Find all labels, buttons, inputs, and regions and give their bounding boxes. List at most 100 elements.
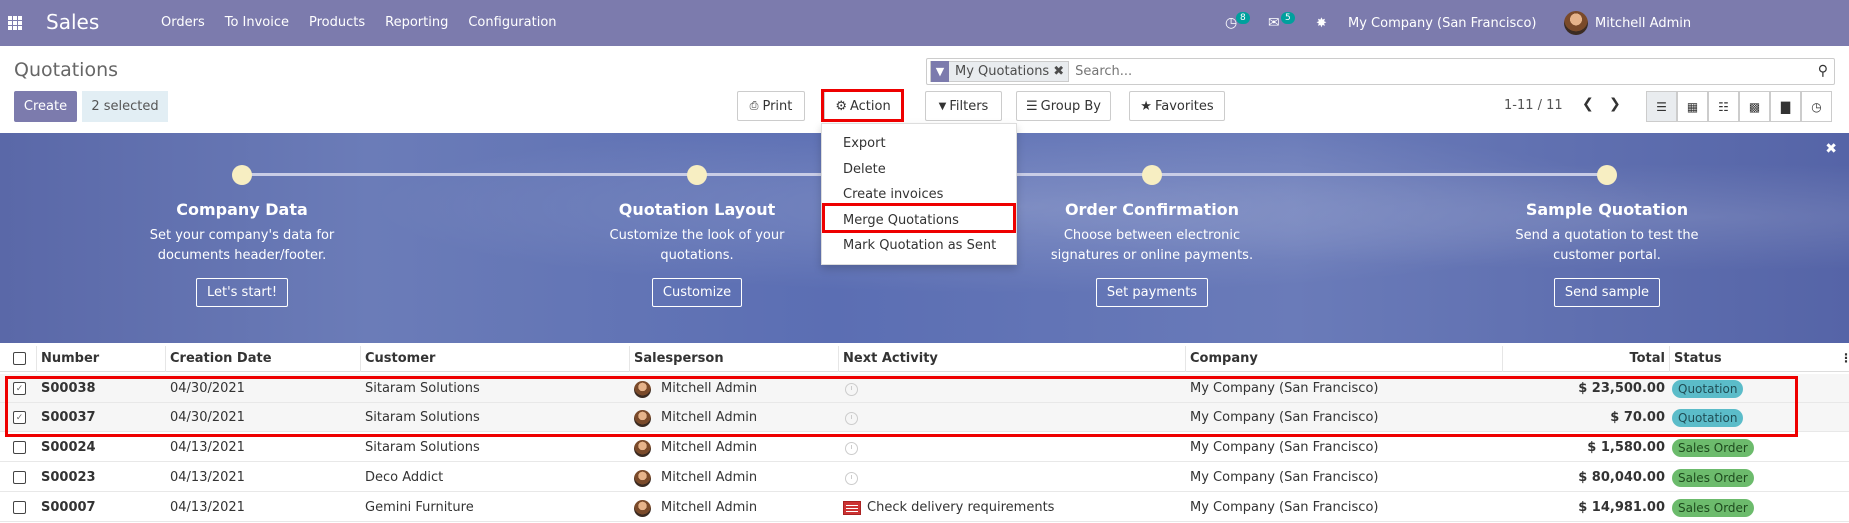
menu-item-merge-quotations[interactable]: Merge Quotations: [843, 213, 959, 228]
user-menu[interactable]: Mitchell Admin: [1595, 0, 1691, 46]
activity-clock-icon[interactable]: [845, 383, 858, 396]
step-sample-quotation: Sample Quotation Send a quotation to tes…: [1457, 200, 1757, 307]
action-button[interactable]: ⚙ Action: [824, 91, 902, 121]
graph-view-icon[interactable]: ▇: [1770, 91, 1801, 122]
list-view-icon[interactable]: ☰: [1646, 91, 1677, 122]
avatar: [634, 500, 651, 517]
header-salesperson[interactable]: Salesperson: [634, 351, 724, 366]
cell-company: My Company (San Francisco): [1190, 440, 1379, 455]
step-description: Send a quotation to test the customer por…: [1515, 228, 1699, 263]
header-status[interactable]: Status: [1674, 351, 1722, 366]
activity-clock-icon[interactable]: [845, 442, 858, 455]
step-description: Customize the look of your quotations.: [609, 228, 785, 263]
pager-next-icon[interactable]: ❯: [1609, 96, 1621, 112]
cell-customer: Deco Addict: [365, 470, 444, 485]
message-count-badge: 5: [1281, 12, 1295, 24]
status-badge: Quotation: [1672, 380, 1744, 398]
pivot-view-icon[interactable]: ▩: [1739, 91, 1770, 122]
menu-orders[interactable]: Orders: [161, 15, 205, 30]
step-dot: [687, 165, 707, 185]
funnel-icon: ▼: [931, 61, 949, 82]
header-total[interactable]: Total: [1629, 351, 1665, 366]
menu-reporting[interactable]: Reporting: [385, 15, 448, 30]
pager-value[interactable]: 1-11 / 11: [1504, 98, 1563, 113]
row-checkbox[interactable]: [13, 501, 26, 514]
step-quotation-layout: Quotation Layout Customize the look of y…: [547, 200, 847, 307]
printer-icon: ⎙: [749, 99, 759, 112]
column-options-icon[interactable]: ⋮: [1840, 351, 1849, 365]
star-icon: ★: [1140, 98, 1152, 114]
avatar: [634, 381, 651, 398]
header-company[interactable]: Company: [1190, 351, 1258, 366]
header-next-activity[interactable]: Next Activity: [843, 351, 938, 366]
status-badge: Sales Order: [1672, 469, 1754, 487]
activity-clock-icon[interactable]: ◷: [1225, 0, 1237, 46]
row-checkbox-checked[interactable]: ✓: [13, 382, 26, 395]
step-title: Sample Quotation: [1525, 200, 1689, 219]
header-customer[interactable]: Customer: [365, 351, 435, 366]
company-switcher[interactable]: My Company (San Francisco): [1348, 0, 1536, 46]
table-row[interactable]: S00024 04/13/2021 Sitaram Solutions Mitc…: [0, 433, 1849, 462]
search-bar: ▼ My Quotations ✖ ⚲: [926, 58, 1835, 85]
print-label: Print: [762, 98, 793, 114]
cell-next-activity[interactable]: Check delivery requirements: [867, 500, 1054, 515]
kanban-view-icon[interactable]: ▦: [1677, 91, 1708, 122]
customize-button[interactable]: Customize: [651, 278, 743, 307]
favorites-button[interactable]: ★ Favorites: [1129, 91, 1225, 121]
menu-item-export[interactable]: Export: [843, 136, 886, 151]
send-sample-button[interactable]: Send sample: [1553, 278, 1661, 307]
cell-company: My Company (San Francisco): [1190, 381, 1379, 396]
facet-remove-icon[interactable]: ✖: [1053, 64, 1068, 79]
row-checkbox[interactable]: [13, 441, 26, 454]
cell-total: $ 80,040.00: [1578, 470, 1665, 485]
menu-to-invoice[interactable]: To Invoice: [225, 15, 289, 30]
menu-products[interactable]: Products: [309, 15, 365, 30]
row-checkbox[interactable]: [13, 471, 26, 484]
table-row[interactable]: S00023 04/13/2021 Deco Addict Mitchell A…: [0, 463, 1849, 492]
search-input[interactable]: [1075, 64, 1834, 79]
filters-button[interactable]: ▼ Filters: [925, 91, 1002, 121]
table-row[interactable]: ✓ S00038 04/30/2021 Sitaram Solutions Mi…: [0, 374, 1849, 403]
close-icon[interactable]: ✖: [1825, 141, 1837, 157]
search-icon[interactable]: ⚲: [1818, 63, 1828, 79]
status-badge: Sales Order: [1672, 499, 1754, 517]
activity-todo-icon[interactable]: [843, 501, 861, 515]
set-payments-button[interactable]: Set payments: [1095, 278, 1209, 307]
group-by-button[interactable]: ☰ Group By: [1016, 91, 1111, 121]
facet-label: My Quotations: [955, 64, 1050, 79]
menu-item-mark-sent[interactable]: Mark Quotation as Sent: [843, 238, 996, 253]
bug-icon[interactable]: ✸: [1316, 0, 1327, 46]
select-all-checkbox[interactable]: [13, 352, 26, 365]
activity-view-icon[interactable]: ◷: [1801, 91, 1832, 122]
header-creation-date[interactable]: Creation Date: [170, 351, 272, 366]
cell-date: 04/13/2021: [170, 470, 245, 485]
table-header: Number Creation Date Customer Salesperso…: [0, 346, 1849, 372]
cell-customer: Sitaram Solutions: [365, 410, 480, 425]
print-button[interactable]: ⎙ Print: [737, 91, 805, 121]
page-title: Quotations: [14, 59, 119, 81]
menu-item-delete[interactable]: Delete: [843, 162, 886, 177]
table-row[interactable]: S00007 04/13/2021 Gemini Furniture Mitch…: [0, 493, 1849, 522]
lets-start-button[interactable]: Let's start!: [195, 278, 289, 307]
step-dot: [1597, 165, 1617, 185]
row-checkbox-checked[interactable]: ✓: [13, 411, 26, 424]
filter-facet[interactable]: ▼ My Quotations ✖: [930, 61, 1070, 82]
pager-previous-icon[interactable]: ❮: [1582, 96, 1594, 112]
menu-item-create-invoices[interactable]: Create invoices: [843, 187, 943, 202]
apps-menu-icon[interactable]: [8, 16, 22, 30]
app-title[interactable]: Sales: [46, 10, 99, 34]
activity-clock-icon[interactable]: [845, 472, 858, 485]
top-navbar: Sales Orders To Invoice Products Reporti…: [0, 0, 1849, 46]
cell-date: 04/30/2021: [170, 381, 245, 396]
calendar-view-icon[interactable]: ☷: [1708, 91, 1739, 122]
selection-count: 2 selected: [82, 91, 168, 122]
table-row[interactable]: ✓ S00037 04/30/2021 Sitaram Solutions Mi…: [0, 403, 1849, 432]
menu-configuration[interactable]: Configuration: [468, 15, 556, 30]
chat-icon[interactable]: ✉: [1268, 0, 1280, 46]
user-avatar[interactable]: [1564, 11, 1588, 35]
activity-clock-icon[interactable]: [845, 412, 858, 425]
header-number[interactable]: Number: [41, 351, 99, 366]
cell-number: S00007: [41, 500, 96, 515]
cell-customer: Gemini Furniture: [365, 500, 474, 515]
create-button[interactable]: Create: [14, 91, 77, 122]
